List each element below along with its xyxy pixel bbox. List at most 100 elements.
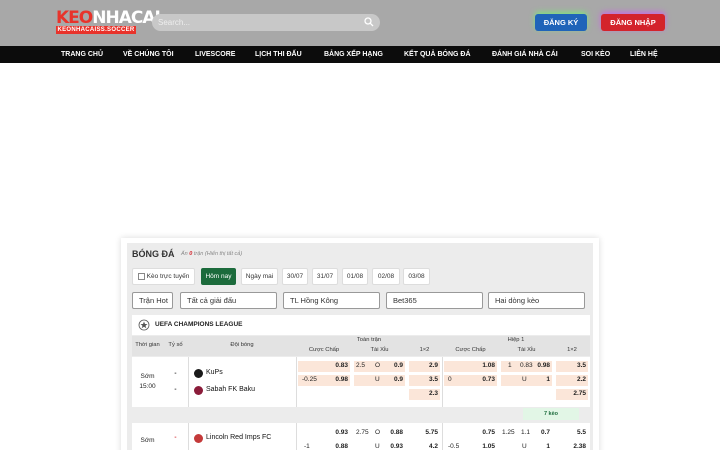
col-h1-handicap: Cược Chấp (455, 347, 486, 353)
section-title: BÓNG ĐÁ (132, 249, 175, 259)
nav-about[interactable]: VỀ CHÚNG TÔI (123, 46, 174, 63)
nav-standings[interactable]: BẢNG XẾP HẠNG (324, 46, 383, 63)
h1-1x2-away[interactable]: 2.2 (556, 375, 586, 385)
nav-home[interactable]: TRANG CHỦ (61, 46, 103, 63)
h1-ou-line: 1 (508, 362, 512, 369)
h1-ou-over[interactable]: 0.98 (532, 361, 550, 371)
ft-hdp-away[interactable]: 0.98 (322, 375, 348, 385)
nav-livescore[interactable]: LIVESCORE (195, 46, 235, 63)
odds-format-select[interactable]: TL Hồng Kông (283, 292, 380, 309)
score-home: - (174, 370, 177, 377)
h1-ou-line2: 1.1 (521, 429, 531, 436)
nav-results[interactable]: KẾT QUẢ BÓNG ĐÁ (404, 46, 471, 63)
h1-hdp-line: -0.5 (448, 443, 460, 450)
col-h1-1x2: 1×2 (567, 347, 577, 353)
hot-matches-filter[interactable]: Trận Hot (132, 292, 173, 309)
line-count-select[interactable]: Hai dòng kèo (488, 292, 585, 309)
ft-ou-line: 2.75 (356, 429, 369, 436)
tab-tomorrow[interactable]: Ngày mai (241, 268, 278, 285)
divider (296, 423, 297, 450)
h1-ou-under[interactable]: 1 (532, 442, 550, 450)
tab-date-0308[interactable]: 03/08 (403, 268, 430, 285)
broken-image-icon (137, 272, 145, 280)
ft-ou-over[interactable]: 0.9 (382, 361, 403, 371)
main-nav: TRANG CHỦ VỀ CHÚNG TÔI LIVESCORE LỊCH TH… (0, 46, 720, 63)
h1-1x2-away[interactable]: 2.38 (556, 442, 586, 450)
tab-date-3007[interactable]: 30/07 (282, 268, 308, 285)
away-team[interactable]: Sabah FK Baku (206, 386, 255, 393)
odds-panel: BÓNG ĐÁ Ẩn 0 trận (Hiển thị tất cả) Kèo … (127, 243, 593, 450)
col-fulltime: Toàn trận (356, 337, 382, 343)
ft-hdp-home[interactable]: 0.93 (322, 428, 348, 438)
ft-1x2-draw[interactable]: 2.3 (409, 389, 438, 399)
ft-hdp-line: -0.25 (302, 376, 317, 383)
home-team[interactable]: Lincoln Red Imps FC (206, 434, 271, 441)
h1-1x2-home[interactable]: 5.5 (556, 428, 586, 438)
logo-domain: KEONHACAISS.SOCCER (56, 26, 136, 34)
match-row: Sớm - Lincoln Red Imps FC 0.93 -1 0.88 2… (132, 423, 590, 450)
h1-1x2-home[interactable]: 3.5 (556, 361, 586, 371)
ft-hdp-away[interactable]: 0.88 (322, 442, 348, 450)
ft-hdp-home[interactable]: 0.83 (322, 361, 348, 371)
col-ft-handicap: Cược Chấp (308, 347, 340, 353)
h1-hdp-away[interactable]: 1.05 (468, 442, 495, 450)
league-select[interactable]: Tất cả giải đấu (180, 292, 277, 309)
match-status: Sớm (140, 437, 155, 444)
team-logo-icon (194, 386, 203, 395)
top-header: KEONHACAI KEONHACAISS.SOCCER ĐĂNG KÝ ĐĂN… (0, 0, 720, 46)
league-header[interactable]: UEFA CHAMPIONS LEAGUE (132, 315, 590, 335)
col-time: Thời gian (135, 342, 160, 348)
site-logo[interactable]: KEONHACAI KEONHACAISS.SOCCER (56, 9, 161, 35)
divider (442, 423, 443, 450)
ft-ou-line: 2.5 (356, 362, 366, 369)
col-teams: Đội bóng (230, 342, 254, 348)
hidden-matches-note[interactable]: Ẩn 0 trận (Hiển thị tất cả) (181, 251, 242, 257)
login-button[interactable]: ĐĂNG NHẬP (601, 14, 665, 31)
ft-1x2-home[interactable]: 2.9 (409, 361, 438, 371)
nav-reviews[interactable]: ĐÁNH GIÁ NHÀ CÁI (492, 46, 558, 63)
ft-ou-under-label: U (375, 376, 380, 383)
divider (442, 357, 443, 407)
ft-ou-under[interactable]: 0.93 (382, 442, 403, 450)
ft-1x2-home[interactable]: 5.75 (409, 428, 438, 438)
ft-ou-over[interactable]: 0.88 (382, 428, 403, 438)
h1-hdp-home[interactable]: 1.08 (468, 361, 495, 371)
nav-contact[interactable]: LIÊN HỆ (630, 46, 658, 63)
h1-hdp-away[interactable]: 0.73 (468, 375, 495, 385)
h1-hdp-home[interactable]: 0.75 (468, 428, 495, 438)
h1-ou-under[interactable]: 1 (532, 375, 550, 385)
col-firsthalf: Hiệp 1 (507, 337, 525, 343)
logo-wordmark: KEONHACAI (56, 8, 161, 28)
ft-ou-over-label: O (375, 429, 381, 436)
ft-1x2-away[interactable]: 4.2 (409, 442, 438, 450)
ft-1x2-away[interactable]: 3.5 (409, 375, 438, 385)
search-icon[interactable] (364, 17, 374, 27)
divider (188, 423, 189, 450)
tab-date-0108[interactable]: 01/08 (342, 268, 368, 285)
tab-live-odds[interactable]: Kèo trực tuyến (132, 268, 195, 285)
h1-ou-line2: 0.83 (520, 362, 533, 369)
ft-ou-under[interactable]: 0.9 (382, 375, 403, 385)
tab-date-3107[interactable]: 31/07 (312, 268, 338, 285)
h1-1x2-draw[interactable]: 2.75 (556, 389, 586, 399)
nav-predictions[interactable]: SOI KÈO (581, 46, 610, 63)
h1-ou-under-label: U (522, 376, 527, 383)
ft-ou-over-label: O (375, 362, 381, 369)
search-box (152, 14, 380, 31)
register-button[interactable]: ĐĂNG KÝ (535, 14, 587, 31)
tab-date-0208[interactable]: 02/08 (372, 268, 400, 285)
match-status: Sớm (140, 373, 155, 380)
h1-ou-line: 1.25 (502, 429, 515, 436)
nav-schedule[interactable]: LỊCH THI ĐẤU (255, 46, 302, 63)
odds-card: BÓNG ĐÁ Ẩn 0 trận (Hiển thị tất cả) Kèo … (121, 238, 599, 450)
bookmaker-select[interactable]: Bet365 (386, 292, 483, 309)
team-logo-icon (194, 434, 203, 443)
search-input[interactable] (158, 15, 358, 30)
score-home: - (174, 434, 177, 441)
tab-today[interactable]: Hôm nay (201, 268, 236, 285)
divider (188, 357, 189, 407)
home-team[interactable]: KuPs (206, 369, 223, 376)
h1-ou-over[interactable]: 0.7 (532, 428, 550, 438)
ft-ou-under-label: U (375, 443, 380, 450)
more-odds-button[interactable]: 7 kèo (523, 408, 579, 420)
